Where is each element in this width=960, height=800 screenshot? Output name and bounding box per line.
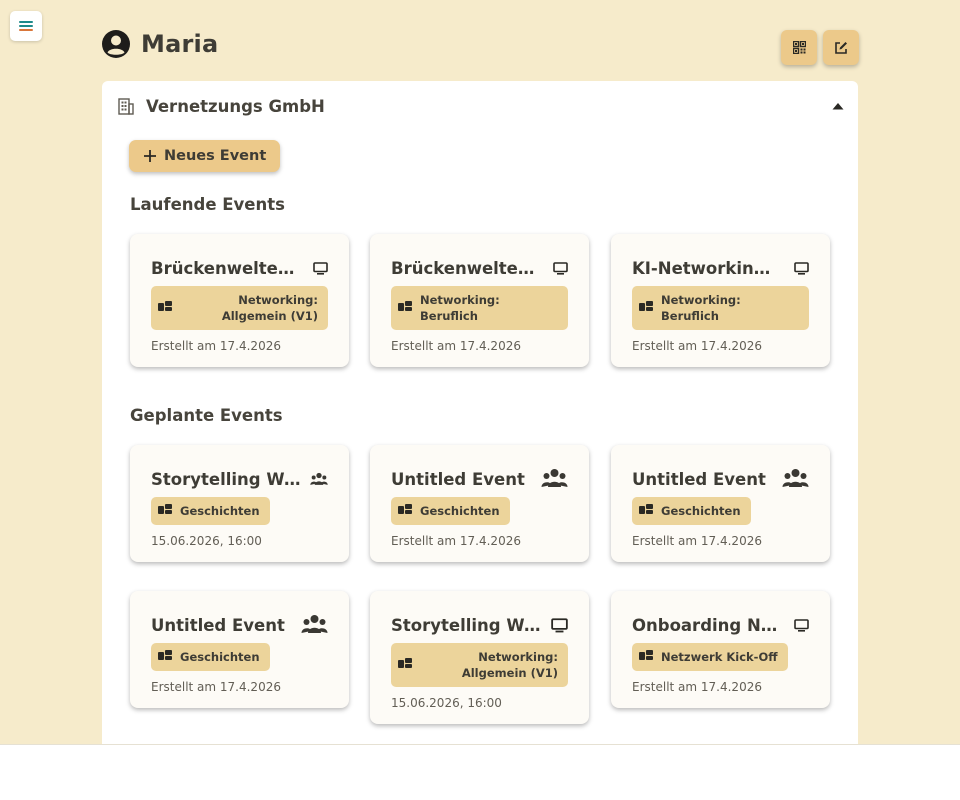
template-tag-label: Geschichten: [180, 504, 260, 518]
event-title: Storytelling Wor...: [391, 615, 541, 635]
monitor-icon: [313, 261, 328, 275]
template-tag: Geschichten: [151, 643, 270, 671]
template-tag-label: Networking: Beruflich: [661, 293, 741, 323]
event-title: Untitled Event: [391, 469, 525, 489]
event-title: Brückenwelten ...: [391, 258, 541, 278]
app-viewport: Maria Vernetzungs GmbH Neues Event Laufe…: [0, 0, 960, 744]
section-title-planned: Geplante Events: [130, 406, 283, 425]
event-meta: 15.06.2026, 16:00: [391, 696, 502, 710]
plus-icon: [144, 150, 156, 162]
edit-button[interactable]: [823, 30, 859, 65]
event-meta: Erstellt am 17.4.2026: [151, 339, 281, 353]
monitor-icon: [551, 617, 568, 633]
event-card[interactable]: Storytelling Wor... Geschichten 15.06.2026…: [130, 445, 349, 562]
event-card[interactable]: Brückenwelten ... Networking: Beruflich Er…: [370, 234, 589, 367]
event-title: Onboarding Neu...: [632, 615, 782, 635]
event-meta: Erstellt am 17.4.2026: [391, 339, 521, 353]
monitor-icon: [794, 618, 809, 632]
template-icon: [398, 301, 412, 311]
event-meta: 15.06.2026, 16:00: [151, 534, 262, 548]
event-card[interactable]: Brückenwelten ... Networking: Allgemein (…: [130, 234, 349, 367]
template-tag-label: Geschichten: [180, 650, 260, 664]
template-tag-label: Netzwerk Kick-Off: [661, 650, 778, 664]
template-icon: [639, 301, 653, 311]
template-icon: [158, 650, 172, 660]
template-icon: [639, 650, 653, 660]
event-card[interactable]: Untitled Event Geschichten Erstellt am 17.…: [370, 445, 589, 562]
edit-icon: [835, 41, 847, 54]
event-meta: Erstellt am 17.4.2026: [391, 534, 521, 548]
event-card[interactable]: Untitled Event Geschichten Erstellt am 17.…: [611, 445, 830, 562]
event-card[interactable]: Onboarding Neu... Netzwerk Kick-Off Erstel…: [611, 591, 830, 708]
template-tag-label: Networking: Allgemein (V1): [461, 650, 558, 680]
event-title: KI-Networking F...: [632, 258, 782, 278]
event-title: Storytelling Wor...: [151, 469, 301, 489]
template-tag: Networking: Allgemein (V1): [151, 286, 328, 330]
organization-name: Vernetzungs GmbH: [146, 97, 325, 116]
bottom-bar: [0, 744, 960, 800]
event-card[interactable]: Storytelling Wor... Networking: Allgemein…: [370, 591, 589, 724]
event-meta: Erstellt am 17.4.2026: [632, 534, 762, 548]
event-title: Untitled Event: [632, 469, 766, 489]
template-tag: Geschichten: [151, 497, 270, 525]
monitor-icon: [553, 261, 568, 275]
qr-code-button[interactable]: [781, 30, 817, 65]
template-tag: Networking: Beruflich: [632, 286, 809, 330]
template-tag: Networking: Allgemein (V1): [391, 643, 568, 687]
building-icon: [118, 98, 134, 115]
template-icon: [398, 658, 412, 668]
users-icon: [310, 472, 328, 487]
organization-panel: Vernetzungs GmbH Neues Event Laufende Ev…: [102, 81, 858, 744]
template-tag-label: Geschichten: [420, 504, 500, 518]
event-meta: Erstellt am 17.4.2026: [632, 339, 762, 353]
template-tag: Netzwerk Kick-Off: [632, 643, 788, 671]
template-icon: [158, 301, 172, 311]
users-icon: [782, 468, 809, 490]
event-card[interactable]: Untitled Event Geschichten Erstellt am 17.…: [130, 591, 349, 708]
new-event-label: Neues Event: [164, 148, 267, 164]
users-icon: [301, 614, 328, 636]
template-tag-label: Networking: Allgemein (V1): [221, 293, 318, 323]
organization-header[interactable]: Vernetzungs GmbH: [118, 97, 325, 116]
template-tag: Geschichten: [391, 497, 510, 525]
event-meta: Erstellt am 17.4.2026: [632, 680, 762, 694]
caret-up-icon[interactable]: [832, 102, 844, 110]
page-title: Maria: [141, 30, 219, 58]
template-tag-label: Geschichten: [661, 504, 741, 518]
template-tag: Networking: Beruflich: [391, 286, 568, 330]
new-event-button[interactable]: Neues Event: [129, 140, 281, 172]
event-title: Untitled Event: [151, 615, 285, 635]
qr-code-icon: [792, 41, 806, 54]
template-tag: Geschichten: [632, 497, 751, 525]
page-header: Maria: [102, 30, 218, 58]
template-icon: [158, 504, 172, 514]
hamburger-icon: [19, 21, 33, 31]
event-card[interactable]: KI-Networking F... Networking: Beruflich E…: [611, 234, 830, 367]
template-icon: [398, 504, 412, 514]
monitor-icon: [794, 261, 809, 275]
template-icon: [639, 504, 653, 514]
user-circle-icon: [102, 30, 130, 58]
section-title-running: Laufende Events: [130, 195, 285, 214]
menu-button[interactable]: [10, 11, 42, 41]
template-tag-label: Networking: Beruflich: [420, 293, 500, 323]
users-icon: [541, 468, 568, 490]
event-title: Brückenwelten ...: [151, 258, 301, 278]
event-meta: Erstellt am 17.4.2026: [151, 680, 281, 694]
